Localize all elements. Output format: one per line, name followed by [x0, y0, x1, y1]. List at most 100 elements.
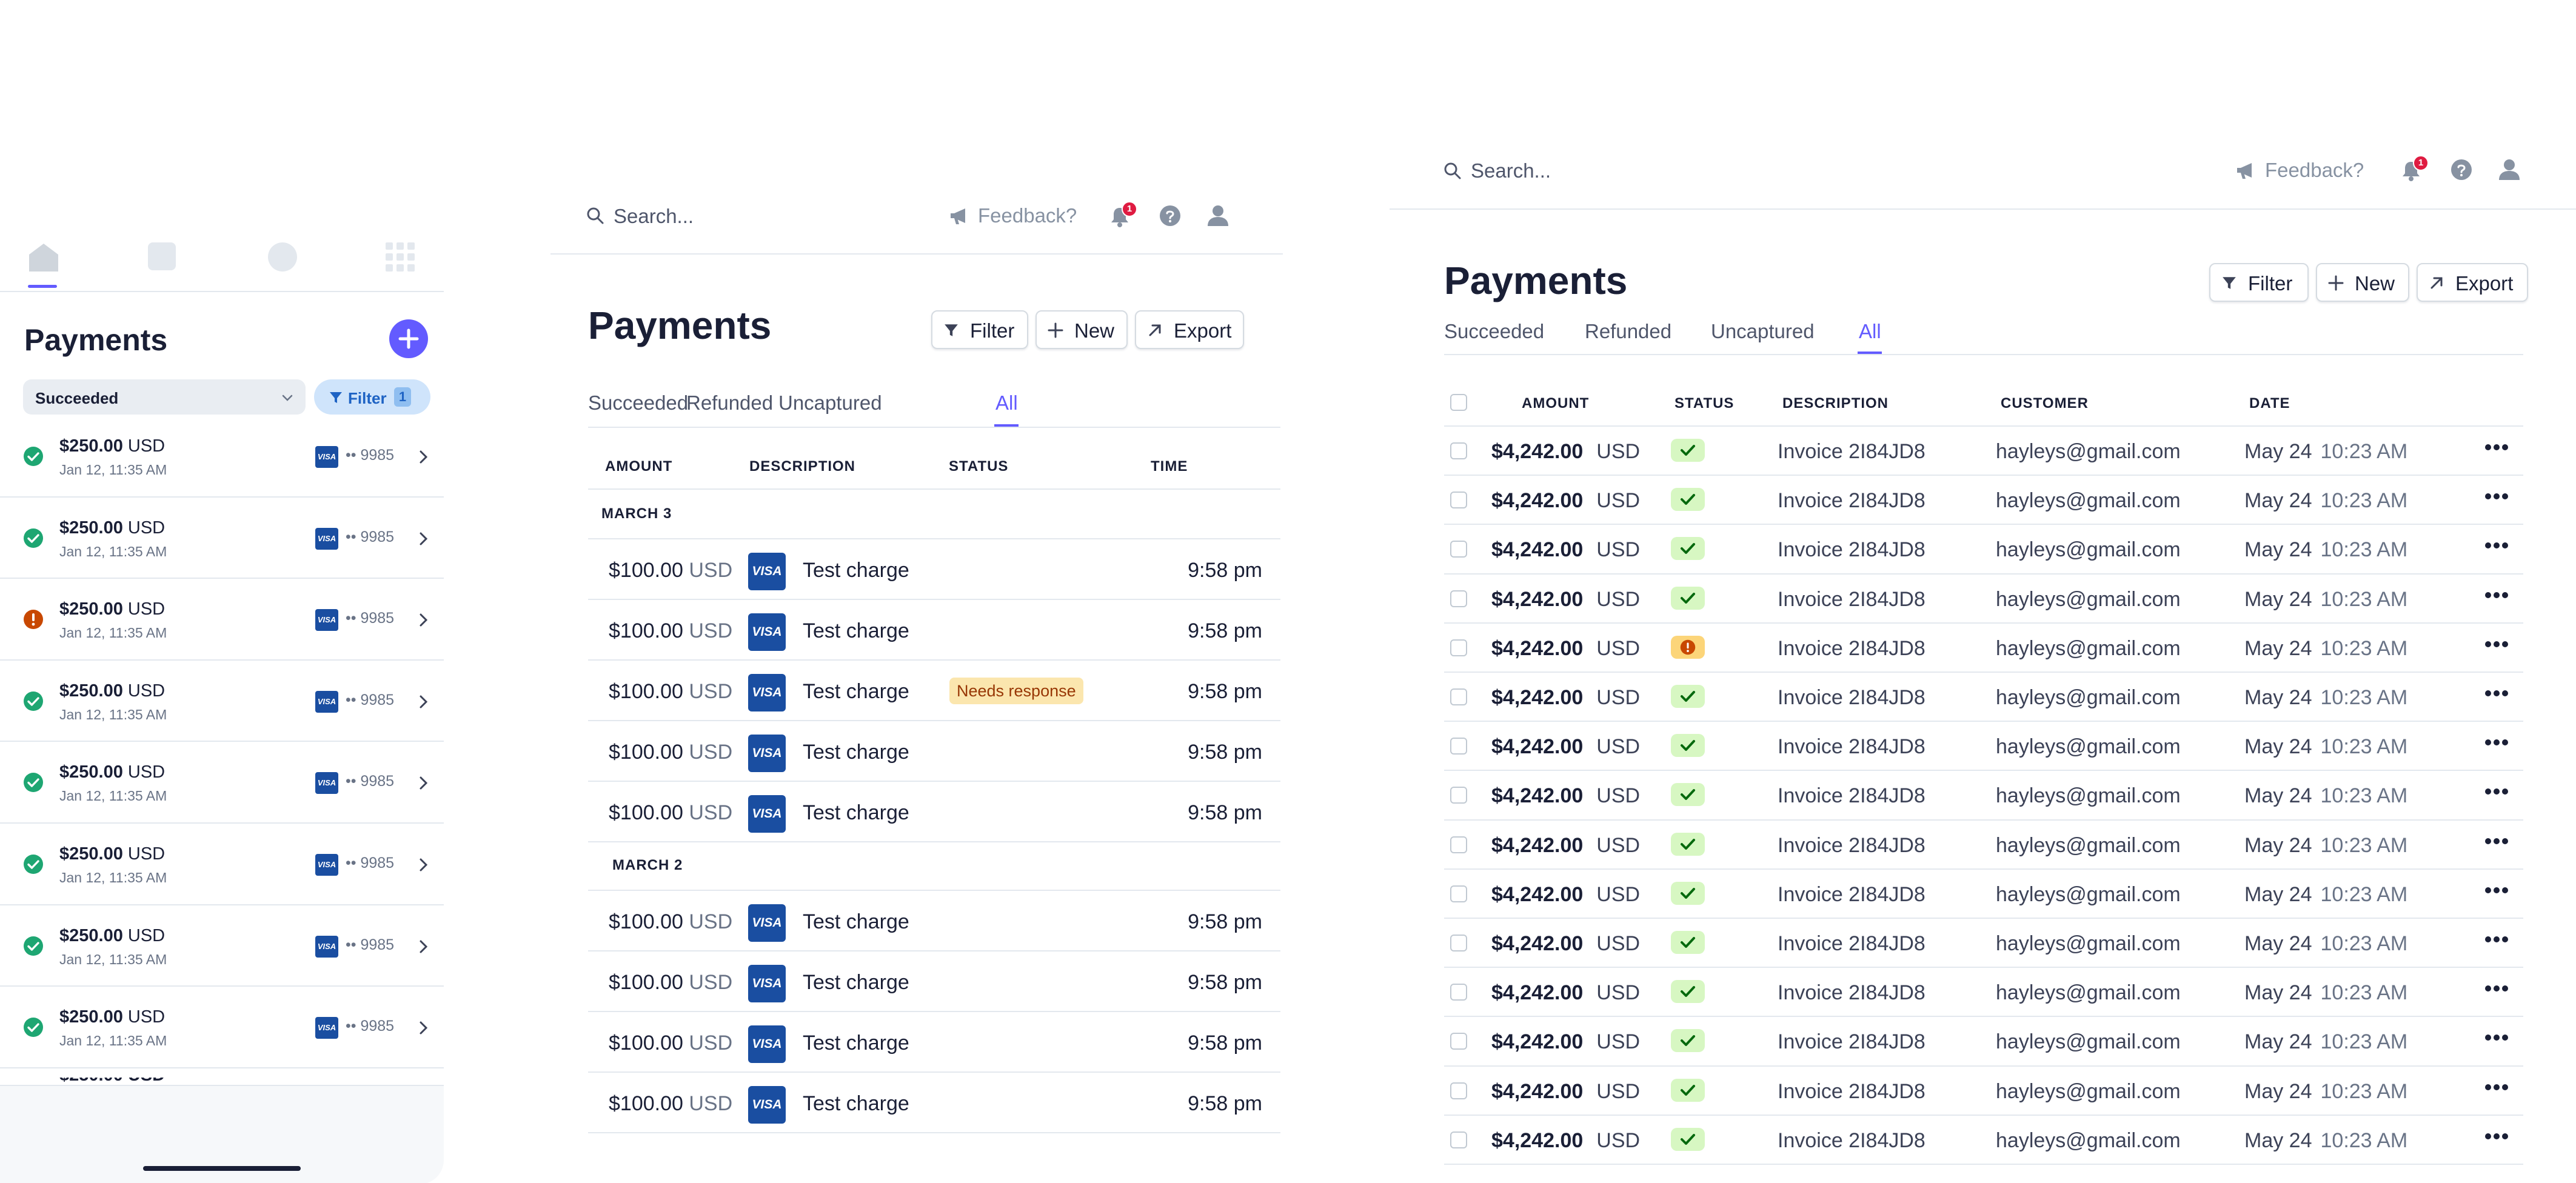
export-button[interactable]: Export — [2417, 263, 2528, 302]
grid-icon[interactable] — [386, 242, 415, 272]
row-checkbox[interactable] — [1450, 1131, 1467, 1148]
more-actions-icon[interactable] — [2484, 985, 2509, 992]
filter-icon — [2223, 277, 2236, 289]
row-checkbox[interactable] — [1450, 639, 1467, 656]
table-row[interactable]: $4,242.00 USD Invoice 2I84JD8 hayleys@gmail… — [1444, 476, 2523, 525]
tab-refunded[interactable]: Refunded — [686, 392, 773, 415]
new-button[interactable]: New — [1035, 310, 1128, 349]
table-row[interactable]: $4,242.00 USD Invoice 2I84JD8 hayleys@gmail… — [1444, 722, 2523, 771]
more-actions-icon[interactable] — [2484, 1084, 2509, 1091]
row-checkbox[interactable] — [1450, 836, 1467, 853]
table-row[interactable]: $100.00 USD VISA Test charge 9:58 pm — [588, 781, 1280, 842]
tab-all[interactable]: All — [995, 392, 1018, 415]
add-payment-button[interactable] — [389, 319, 428, 358]
help-icon[interactable] — [1159, 205, 1181, 227]
more-actions-icon[interactable] — [2484, 936, 2509, 943]
status-select[interactable]: Succeeded — [23, 379, 306, 415]
select-all-checkbox[interactable] — [1450, 394, 1467, 411]
search-input[interactable]: Search... — [614, 205, 694, 228]
table-row[interactable]: $100.00 USD VISA Test charge 9:58 pm — [588, 599, 1280, 661]
circle-icon[interactable] — [267, 241, 298, 273]
table-row[interactable]: $4,242.00 USD Invoice 2I84JD8 hayleys@gmail… — [1444, 673, 2523, 722]
list-item[interactable]: $250.00 USD Jan 12, 11:35 AM VISA •• 9985 — [0, 987, 444, 1068]
list-item[interactable]: $250.00 USD Jan 12, 11:35 AM VISA •• 9985 — [0, 661, 444, 742]
more-actions-icon[interactable] — [2484, 739, 2509, 746]
row-checkbox[interactable] — [1450, 787, 1467, 804]
table-row[interactable]: $4,242.00 USD Invoice 2I84JD8 hayleys@gmail… — [1444, 624, 2523, 673]
account-icon[interactable] — [1206, 204, 1229, 227]
tab-uncaptured[interactable]: Uncaptured — [1711, 320, 1815, 343]
row-checkbox[interactable] — [1450, 1033, 1467, 1050]
status-icon — [23, 772, 44, 793]
tab-refunded[interactable]: Refunded — [1585, 320, 1671, 343]
help-icon[interactable] — [2451, 159, 2472, 181]
table-row[interactable]: $100.00 USD VISA Test charge 9:58 pm — [588, 890, 1280, 951]
table-row[interactable]: $4,242.00 USD Invoice 2I84JD8 hayleys@gmail… — [1444, 1116, 2523, 1165]
table-row[interactable]: $4,242.00 USD Invoice 2I84JD8 hayleys@gmail… — [1444, 575, 2523, 624]
table-row[interactable]: $4,242.00 USD Invoice 2I84JD8 hayleys@gmail… — [1444, 870, 2523, 919]
list-item[interactable]: $250.00 USD Jan 12, 11:35 AM VISA •• 9985 — [0, 742, 444, 824]
date-value: May 24 — [2244, 784, 2312, 808]
new-button[interactable]: New — [2316, 263, 2409, 302]
filter-button[interactable]: Filter — [2209, 263, 2309, 302]
home-indicator[interactable] — [143, 1166, 301, 1171]
more-actions-icon[interactable] — [2484, 1133, 2509, 1140]
table-row[interactable]: $4,242.00 USD Invoice 2I84JD8 hayleys@gmail… — [1444, 525, 2523, 575]
feedback-link[interactable]: Feedback? — [978, 204, 1077, 227]
table-row[interactable]: $4,242.00 USD Invoice 2I84JD8 hayleys@gmail… — [1444, 427, 2523, 476]
table-row[interactable]: $100.00 USD VISA Test charge Needs response… — [588, 659, 1280, 721]
row-checkbox[interactable] — [1450, 885, 1467, 902]
more-actions-icon[interactable] — [2484, 690, 2509, 697]
feedback-link[interactable]: Feedback? — [2265, 159, 2364, 182]
list-item[interactable]: $250.00 USD Jan 12, 11:35 AM VISA •• 9985 — [0, 416, 444, 498]
tab-succeeded[interactable]: Succeeded — [1444, 320, 1544, 343]
more-actions-icon[interactable] — [2484, 444, 2509, 451]
row-date: Jan 12, 11:35 AM — [59, 951, 167, 967]
square-icon[interactable] — [147, 241, 177, 272]
table-row[interactable]: $100.00 USD VISA Test charge 9:58 pm — [588, 538, 1280, 600]
search-input[interactable]: Search... — [1471, 159, 1551, 182]
more-actions-icon[interactable] — [2484, 788, 2509, 795]
row-checkbox[interactable] — [1450, 935, 1467, 951]
row-checkbox[interactable] — [1450, 590, 1467, 607]
row-checkbox[interactable] — [1450, 984, 1467, 1001]
table-row[interactable]: $100.00 USD VISA Test charge 9:58 pm — [588, 950, 1280, 1012]
table-row[interactable]: $100.00 USD VISA Test charge 9:58 pm — [588, 1011, 1280, 1073]
more-actions-icon[interactable] — [2484, 493, 2509, 500]
row-amount: $100.00 USD — [609, 741, 732, 764]
more-actions-icon[interactable] — [2484, 542, 2509, 549]
list-item[interactable]: $250.00 USD Jan 12, 11:35 AM VISA •• 9985 — [0, 905, 444, 987]
more-actions-icon[interactable] — [2484, 1034, 2509, 1041]
row-checkbox[interactable] — [1450, 541, 1467, 558]
filter-button[interactable]: Filter — [931, 310, 1028, 349]
row-checkbox[interactable] — [1450, 738, 1467, 755]
table-row[interactable]: $100.00 USD VISA Test charge 9:58 pm — [588, 720, 1280, 782]
row-checkbox[interactable] — [1450, 442, 1467, 459]
tab-succeeded[interactable]: Succeeded — [588, 392, 688, 415]
table-row[interactable]: $100.00 USD VISA Test charge 9:58 pm — [588, 1071, 1280, 1133]
time-value: 10:23 AM — [2320, 784, 2408, 808]
list-item[interactable]: $250.00 USD Jan 12, 11:35 AM VISA •• 9985 — [0, 824, 444, 905]
table-row[interactable]: $4,242.00 USD Invoice 2I84JD8 hayleys@gmail… — [1444, 1017, 2523, 1067]
row-checkbox[interactable] — [1450, 1082, 1467, 1099]
more-actions-icon[interactable] — [2484, 641, 2509, 648]
home-icon[interactable] — [27, 241, 61, 273]
table-row[interactable]: $4,242.00 USD Invoice 2I84JD8 hayleys@gmail… — [1444, 919, 2523, 968]
more-actions-icon[interactable] — [2484, 887, 2509, 894]
more-actions-icon[interactable] — [2484, 838, 2509, 845]
row-checkbox[interactable] — [1450, 492, 1467, 509]
row-amount: $4,242.00 USD — [1491, 735, 1640, 759]
account-icon[interactable] — [2498, 158, 2521, 181]
export-button[interactable]: Export — [1135, 310, 1244, 349]
list-item[interactable]: $250.00 USD Jan 12, 11:35 AM VISA •• 9985 — [0, 498, 444, 579]
more-actions-icon[interactable] — [2484, 592, 2509, 599]
filter-button[interactable]: Filter 1 — [314, 379, 430, 415]
table-row[interactable]: $4,242.00 USD Invoice 2I84JD8 hayleys@gmail… — [1444, 968, 2523, 1018]
list-item[interactable]: $250.00 USD Jan 12, 11:35 AM VISA •• 9985 — [0, 579, 444, 661]
tab-all[interactable]: All — [1859, 320, 1881, 343]
table-row[interactable]: $4,242.00 USD Invoice 2I84JD8 hayleys@gmail… — [1444, 1067, 2523, 1116]
row-checkbox[interactable] — [1450, 688, 1467, 705]
table-row[interactable]: $4,242.00 USD Invoice 2I84JD8 hayleys@gmail… — [1444, 821, 2523, 870]
tab-uncaptured[interactable]: Uncaptured — [778, 392, 882, 415]
table-row[interactable]: $4,242.00 USD Invoice 2I84JD8 hayleys@gmail… — [1444, 771, 2523, 821]
